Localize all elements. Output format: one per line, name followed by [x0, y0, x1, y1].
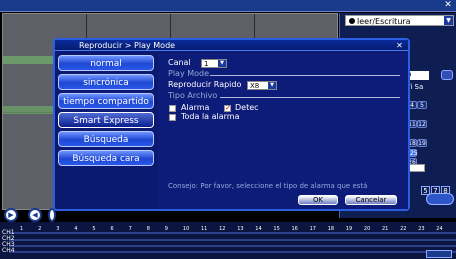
channel-select-value: 1 [204, 60, 209, 68]
detect-checkbox[interactable] [224, 104, 231, 113]
calendar-day[interactable]: 19 [417, 139, 427, 147]
mode-select-value: leer/Escritura [357, 17, 411, 26]
timeline-hours: 1 2 3 4 5 6 7 8 9 10 11 12 13 14 15 16 17 18 19 20 21 22 23 24 [20, 226, 456, 232]
timeline-hour-label: 22 [400, 226, 407, 232]
timeline-hour-label: 20 [363, 226, 371, 232]
timeline-hour-label: 7 [128, 226, 132, 232]
timeline-hour-label: 16 [291, 226, 298, 232]
timeline-hour-label: 14 [255, 226, 262, 232]
timeline-hour-label: 23 [418, 226, 425, 232]
timeline-hour-label: 4 [74, 226, 78, 232]
top-bar: ✕ [0, 0, 456, 12]
file-type-label: Tipo Archivo [168, 91, 218, 100]
ok-button[interactable]: OK [298, 195, 338, 205]
menu-item[interactable]: Smart Express [58, 112, 154, 128]
menu-item[interactable]: Búsqueda cara [58, 150, 154, 166]
all-alarm-label: Toda la alarma [181, 112, 240, 121]
channel-label: Canal [168, 58, 191, 67]
all-alarm-checkbox[interactable] [169, 114, 176, 121]
calendar-day[interactable]: 12 [417, 120, 427, 128]
timeline-row[interactable] [9, 239, 456, 241]
timeline-hour-label: 24 [436, 226, 443, 232]
timeline-hour-label: 3 [56, 226, 60, 232]
calendar-next-button[interactable] [441, 70, 453, 80]
detect-label: Detec [235, 103, 259, 112]
timeline-hour-label: 17 [309, 226, 316, 232]
chevron-down-icon: ▼ [218, 60, 226, 67]
hint-text: Consejo: Por favor, seleccione el tipo d… [168, 182, 368, 190]
timeline-hour-label: 18 [327, 226, 335, 232]
timeline-hour-label: 8 [146, 226, 150, 232]
timeline-hour-label: 9 [164, 226, 168, 232]
fast-play-select-value: X8 [250, 82, 260, 90]
channel-select[interactable]: 1 ▼ [201, 59, 227, 68]
menu-item[interactable]: sincrónica [58, 74, 154, 90]
divider [210, 75, 400, 76]
play-mode-menu: normal sincrónica tiempo compartido Smart E… [58, 55, 154, 169]
timeline-hour-label: 10 [182, 226, 190, 232]
timeline-hour-label: 13 [237, 226, 244, 232]
search-button[interactable] [426, 193, 454, 205]
timeline-row[interactable] [9, 245, 456, 247]
timeline-hour-label: 1 [20, 226, 24, 232]
video-content [3, 106, 58, 114]
timeline-zoom-button[interactable] [426, 250, 452, 258]
play-icon[interactable]: ▶ [4, 208, 18, 222]
menu-item[interactable]: tiempo compartido [58, 93, 154, 109]
dialog-content: Canal 1 ▼ Play Mode Reproducir Rapido X8… [158, 53, 408, 209]
divider [220, 97, 400, 98]
rewind-icon[interactable]: ◀ [28, 208, 42, 222]
timeline-hour-label: 12 [219, 226, 226, 232]
menu-item[interactable]: normal [58, 55, 154, 71]
dialog-title: Reproducir > Play Mode [55, 40, 408, 51]
alarm-checkbox[interactable] [169, 105, 176, 112]
playback-dialog: Reproducir > Play Mode ✕ normal sincrónic… [53, 38, 410, 211]
timeline-hour-label: 6 [110, 226, 114, 232]
timeline-row[interactable] [9, 251, 456, 253]
timeline-row[interactable] [9, 232, 456, 234]
play-mode-label: Play Mode [168, 69, 210, 78]
fast-play-label: Reproducir Rapido [168, 80, 242, 89]
cancel-button[interactable]: Cancelar [345, 195, 397, 205]
chevron-down-icon: ▼ [268, 82, 276, 89]
timeline-hour-label: 19 [345, 226, 353, 232]
timeline-hour-label: 5 [92, 226, 96, 232]
menu-item[interactable]: Búsqueda inteligente [58, 131, 154, 161]
mode-select[interactable]: leer/Escritura ▼ [345, 15, 454, 26]
timeline-hour-label: 21 [382, 226, 389, 232]
fast-play-select[interactable]: X8 ▼ [247, 81, 277, 90]
timeline-hour-label: 15 [273, 226, 280, 232]
close-icon[interactable]: ✕ [395, 41, 404, 50]
timeline-channel-label: CH4 [2, 247, 15, 254]
chevron-down-icon: ▼ [444, 16, 453, 25]
calendar-day[interactable]: 5 [417, 101, 427, 109]
timeline-hour-label: 11 [201, 226, 208, 232]
close-icon[interactable]: ✕ [443, 0, 453, 10]
alarm-label: Alarma [181, 103, 210, 112]
timeline-hour-label: 2 [38, 226, 42, 232]
radio-icon [349, 18, 355, 24]
